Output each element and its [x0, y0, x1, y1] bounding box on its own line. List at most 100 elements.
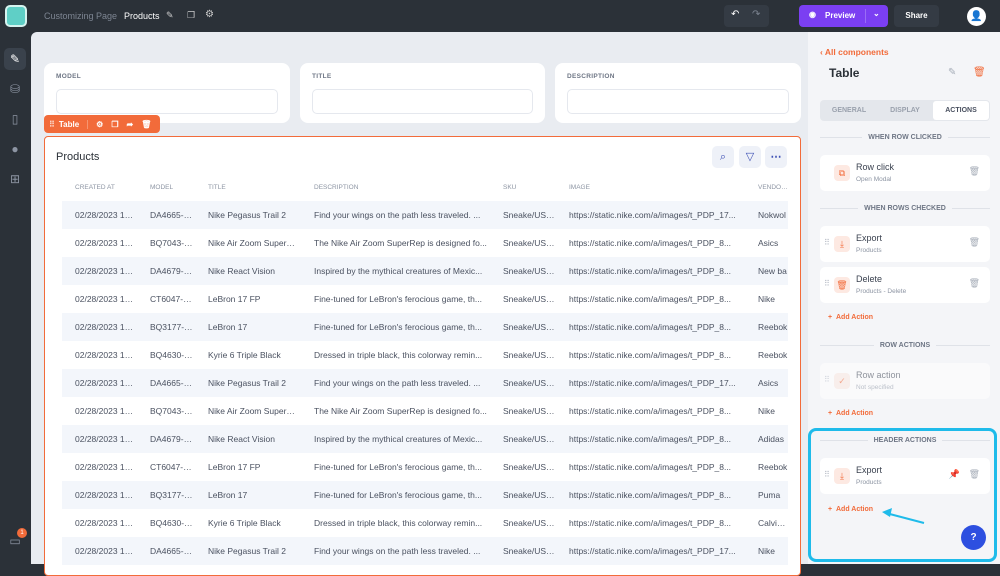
column-header[interactable]: MODEL — [137, 173, 195, 201]
table-cell: BQ4630-006 — [150, 350, 195, 360]
drag-handle-icon[interactable]: ⠿ — [824, 238, 830, 247]
description-input[interactable] — [567, 89, 789, 114]
design-icon[interactable]: ✎ — [4, 48, 26, 70]
duplicate-icon[interactable]: ❐ — [187, 10, 195, 21]
duplicate-icon[interactable]: ❐ — [111, 120, 118, 129]
table-cell: Dressed in triple black, this colorway r… — [314, 518, 483, 528]
column-header[interactable]: TITLE — [195, 173, 301, 201]
drag-handle-icon[interactable]: ⠿ — [824, 375, 830, 384]
section-row-actions: ROW ACTIONS — [820, 342, 990, 349]
drag-handle-icon[interactable]: ⠿ — [824, 279, 830, 288]
more-button[interactable]: ⋯ — [765, 146, 787, 168]
table-cell: https://static.nike.com/a/images/t_PDP_8… — [569, 406, 732, 416]
breadcrumb[interactable]: Customizing Page — [44, 11, 117, 21]
table-row[interactable]: 02/28/2023 15:11 BQ4630-006 Kyrie 6 Triple… — [62, 509, 788, 537]
download-icon: ⤓ — [834, 468, 850, 484]
section-rows-checked: WHEN ROWS CHECKED — [820, 205, 990, 212]
add-action-rows-checked[interactable]: + Add Action — [828, 314, 873, 321]
table-cell: Sneake/US-42 — [503, 238, 556, 248]
column-header[interactable]: IMAGE — [556, 173, 745, 201]
table-cell: 02/28/2023 15:11 — [75, 350, 137, 360]
table-row[interactable]: 02/28/2023 15:11 BQ7043-020 Nike Air Zoom … — [62, 229, 788, 257]
table-row[interactable]: 02/28/2023 15:11 BQ4630-006 Kyrie 6 Triple… — [62, 341, 788, 369]
trash-icon[interactable]: 🗑 — [969, 278, 980, 289]
filter-button[interactable]: ▽ — [739, 146, 761, 168]
avatar[interactable]: 👤 — [967, 7, 986, 26]
table-cell: Nike — [758, 546, 776, 556]
chevron-down-icon[interactable]: ⌄ — [865, 9, 880, 23]
tab-display[interactable]: DISPLAY — [877, 101, 933, 120]
column-header[interactable]: VENDOR N — [745, 173, 788, 201]
pin-icon[interactable]: 📌 — [949, 469, 960, 480]
action-delete[interactable]: ⠿ 🗑 Delete Products - Delete 🗑 — [820, 267, 990, 303]
table-cell: Nike — [758, 406, 776, 416]
table-cell: Sneake/US-43 — [503, 350, 556, 360]
action-export[interactable]: ⠿ ⤓ Export Products 🗑 — [820, 226, 990, 262]
table-cell: Adidas — [758, 434, 784, 444]
column-header[interactable]: SKU — [490, 173, 556, 201]
column-header[interactable]: CREATED AT — [62, 173, 137, 201]
title-input[interactable] — [312, 89, 533, 114]
table-cell: Nike Pegasus Trail 2 — [208, 378, 286, 388]
trash-icon[interactable]: 🗑 — [973, 67, 986, 78]
table-row[interactable]: 02/28/2023 15:11 DA4679-100 Nike React Vis… — [62, 257, 788, 285]
table-cell: Nokwol — [758, 210, 786, 220]
table-cell: 02/28/2023 15:11 — [75, 518, 137, 528]
preview-button[interactable]: ◉ Preview ⌄ — [799, 5, 888, 27]
action-row-click[interactable]: ⧉ Row click Open Modal 🗑 — [820, 155, 990, 191]
back-link[interactable]: ‹ All components — [820, 47, 889, 57]
settings-icon[interactable]: ⚙ — [96, 120, 103, 129]
table-cell: Sneake/US-42 — [503, 322, 556, 332]
help-button[interactable]: ? — [961, 525, 986, 550]
table-cell: https://static.nike.com/a/images/t_PDP_1… — [569, 378, 736, 388]
share-button[interactable]: Share — [894, 5, 939, 27]
section-header-actions: HEADER ACTIONS — [820, 437, 990, 444]
trash-icon[interactable]: 🗑 — [969, 166, 980, 177]
action-row-action[interactable]: ⠿ ✓ Row action Not specified — [820, 363, 990, 399]
move-icon[interactable]: ➦ — [127, 120, 134, 129]
table-cell: DA4665-700 — [150, 546, 195, 556]
add-action-row-actions[interactable]: + Add Action — [828, 410, 873, 417]
table-row[interactable]: 02/28/2023 15:11 BQ3177-100 LeBron 17 Fine-… — [62, 313, 788, 341]
edit-icon[interactable]: ✎ — [948, 67, 956, 78]
table-cell: https://static.nike.com/a/images/t_PDP_8… — [569, 518, 732, 528]
users-icon[interactable]: ● — [4, 138, 26, 160]
redo-icon[interactable]: ↷ — [752, 9, 760, 20]
database-icon[interactable]: ⛁ — [4, 78, 26, 100]
hierarchy-icon[interactable]: ⊞ — [4, 168, 26, 190]
table-row[interactable]: 02/28/2023 15:11 DA4679-100 Nike React Vis… — [62, 425, 788, 453]
table-cell: https://static.nike.com/a/images/t_PDP_8… — [569, 434, 732, 444]
table-title: Products — [56, 151, 100, 163]
table-cell: Sneake/US-43 — [503, 434, 556, 444]
table-row[interactable]: 02/28/2023 15:11 DA4665-700 Nike Pegasus T… — [62, 537, 788, 565]
table-cell: The Nike Air Zoom SuperRep is designed f… — [314, 238, 487, 248]
edit-icon[interactable]: ✎ — [166, 10, 174, 21]
trash-icon[interactable]: 🗑 — [969, 237, 980, 248]
drag-handle-icon[interactable]: ⠿ — [49, 120, 55, 129]
tab-actions[interactable]: ACTIONS — [933, 101, 989, 120]
trash-icon[interactable]: 🗑 — [969, 469, 980, 480]
layout-icon[interactable]: ▯ — [4, 108, 26, 130]
table-row[interactable]: 02/28/2023 15:11 BQ3177-100 LeBron 17 Fine-… — [62, 481, 788, 509]
trash-icon[interactable]: 🗑 — [141, 120, 151, 129]
table-row[interactable]: 02/28/2023 15:11 BQ7043-020 Nike Air Zoom … — [62, 397, 788, 425]
settings-icon[interactable]: ⚙ — [205, 9, 214, 20]
app-logo[interactable] — [5, 5, 27, 27]
left-sidebar: ✎ ⛁ ▯ ● ⊞ ▭ 1 — [0, 32, 31, 564]
action-header-export[interactable]: ⠿ ⤓ Export Products 📌 🗑 — [820, 458, 990, 494]
column-header[interactable]: DESCRIPTION — [301, 173, 490, 201]
tab-general[interactable]: GENERAL — [821, 101, 877, 120]
table-row[interactable]: 02/28/2023 15:11 DA4665-700 Nike Pegasus T… — [62, 369, 788, 397]
check-circle-icon: ✓ — [834, 373, 850, 389]
table-row[interactable]: 02/28/2023 15:11 DA4665-700 Nike Pegasus T… — [62, 201, 788, 229]
table-cell: Find your wings on the path less travele… — [314, 210, 481, 220]
table-row[interactable]: 02/28/2023 15:11 CT6047-400 LeBron 17 FP Fi… — [62, 453, 788, 481]
undo-icon[interactable]: ↶ — [731, 9, 739, 20]
model-input[interactable] — [56, 89, 278, 114]
search-button[interactable]: ⌕ — [712, 146, 734, 168]
table-row[interactable]: 02/28/2023 15:11 CT6047-400 LeBron 17 FP Fi… — [62, 285, 788, 313]
add-action-header-actions[interactable]: + Add Action — [828, 506, 873, 513]
table-cell: Inspired by the mythical creatures of Me… — [314, 434, 483, 444]
drag-handle-icon[interactable]: ⠿ — [824, 470, 830, 479]
table-cell: Find your wings on the path less travele… — [314, 378, 481, 388]
